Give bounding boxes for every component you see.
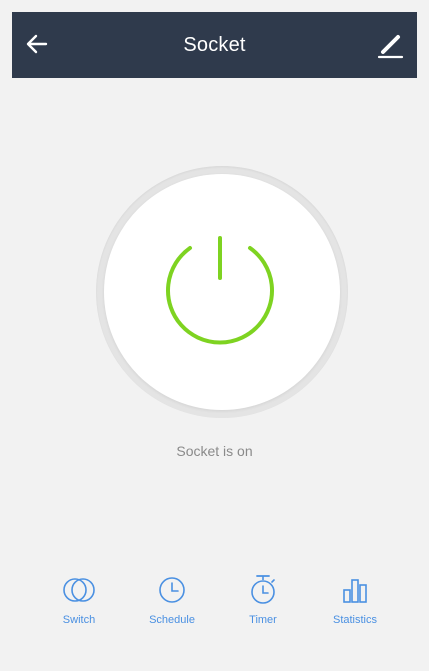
nav-label: Switch — [62, 614, 96, 626]
page-title: Socket — [183, 34, 246, 56]
nav-statistics[interactable]: Statistics — [314, 570, 396, 632]
switch-icon — [63, 578, 95, 602]
nav-label: Timer — [249, 614, 277, 626]
nav-label: Statistics — [332, 614, 377, 626]
status-text: Socket is on — [176, 443, 253, 459]
nav-label: Schedule — [149, 614, 195, 626]
nav-timer[interactable]: Timer — [222, 570, 304, 632]
bar-chart-icon — [343, 579, 367, 603]
power-toggle-button[interactable] — [104, 174, 340, 410]
nav-switch[interactable]: Switch — [38, 570, 120, 632]
stopwatch-icon — [251, 575, 275, 604]
pencil-icon[interactable] — [375, 28, 405, 62]
nav-schedule[interactable]: Schedule — [131, 570, 213, 632]
clock-icon — [159, 577, 185, 603]
app-header: Socket — [12, 12, 417, 78]
